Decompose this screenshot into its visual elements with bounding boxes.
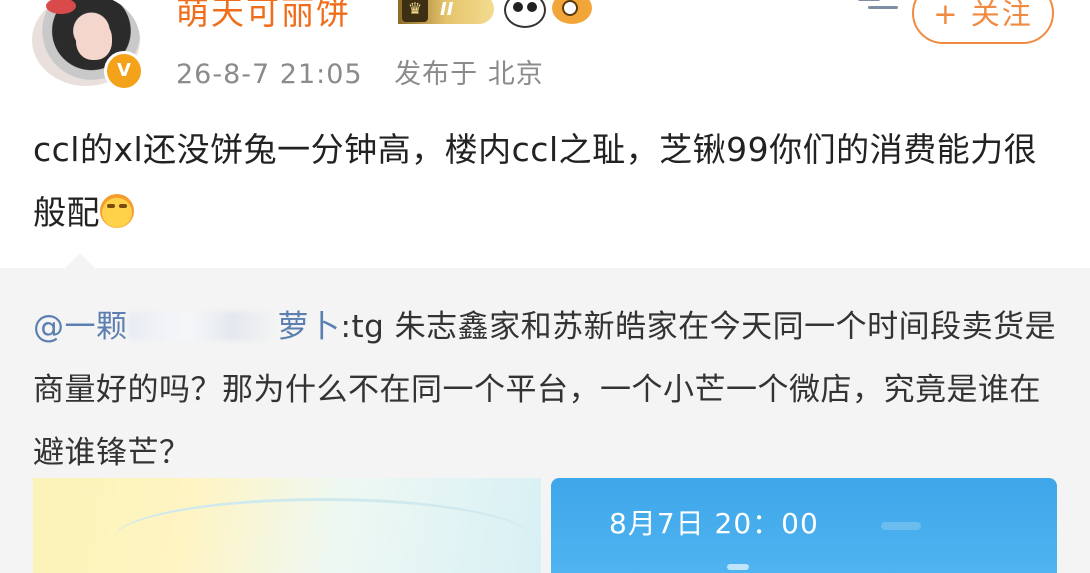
post-meta: 26-8-7 21:05 发布于 北京 [176, 52, 544, 91]
image-wave [113, 498, 533, 573]
image-time-text: 8月7日 20：00 [609, 507, 819, 540]
mention-blur [127, 311, 278, 341]
decoration-icon [858, 0, 908, 14]
repost-text: @一颗 萝卜:tg 朱志鑫家和苏新皓家在今天同一个时间段卖货是商量好的吗？那为什么… [33, 296, 1063, 485]
panda-icon [504, 0, 546, 28]
post-body: ccl的xl还没饼兔一分钟高，楼内ccl之耻，芝锹99你们的消费能力很般配 [33, 130, 1038, 232]
level-badge[interactable]: ♛ II [398, 0, 494, 24]
follow-button[interactable]: + 关注 [912, 0, 1054, 44]
avatar-face [76, 20, 112, 60]
mention-link[interactable]: @一颗 萝卜 [33, 309, 341, 345]
repost-image-right[interactable]: 8月7日 20：00 [551, 478, 1057, 573]
repost-pointer [64, 253, 96, 269]
post-timestamp: 26-8-7 21:05 [176, 59, 363, 90]
level-number: II [440, 0, 454, 20]
avatar-bow [46, 0, 76, 14]
level-crown-icon: ♛ [402, 0, 428, 22]
verified-v-icon: V [104, 51, 144, 91]
post-location: 北京 [487, 59, 544, 90]
repost-image-left[interactable] [33, 478, 541, 573]
username[interactable]: 萌天可丽饼 [176, 0, 351, 34]
post-text: ccl的xl还没饼兔一分钟高，楼内ccl之耻，芝锹99你们的消费能力很般配 [33, 118, 1063, 244]
fish-icon [552, 0, 592, 24]
published-prefix: 发布于 [394, 59, 479, 90]
image-blur-mark [881, 522, 921, 530]
post-card: V 萌天可丽饼 ♛ II 26-8-7 21:05 发布于 北京 + 关注 cc… [0, 0, 1090, 268]
image-bar [727, 564, 749, 570]
emoji-icon [100, 194, 134, 228]
